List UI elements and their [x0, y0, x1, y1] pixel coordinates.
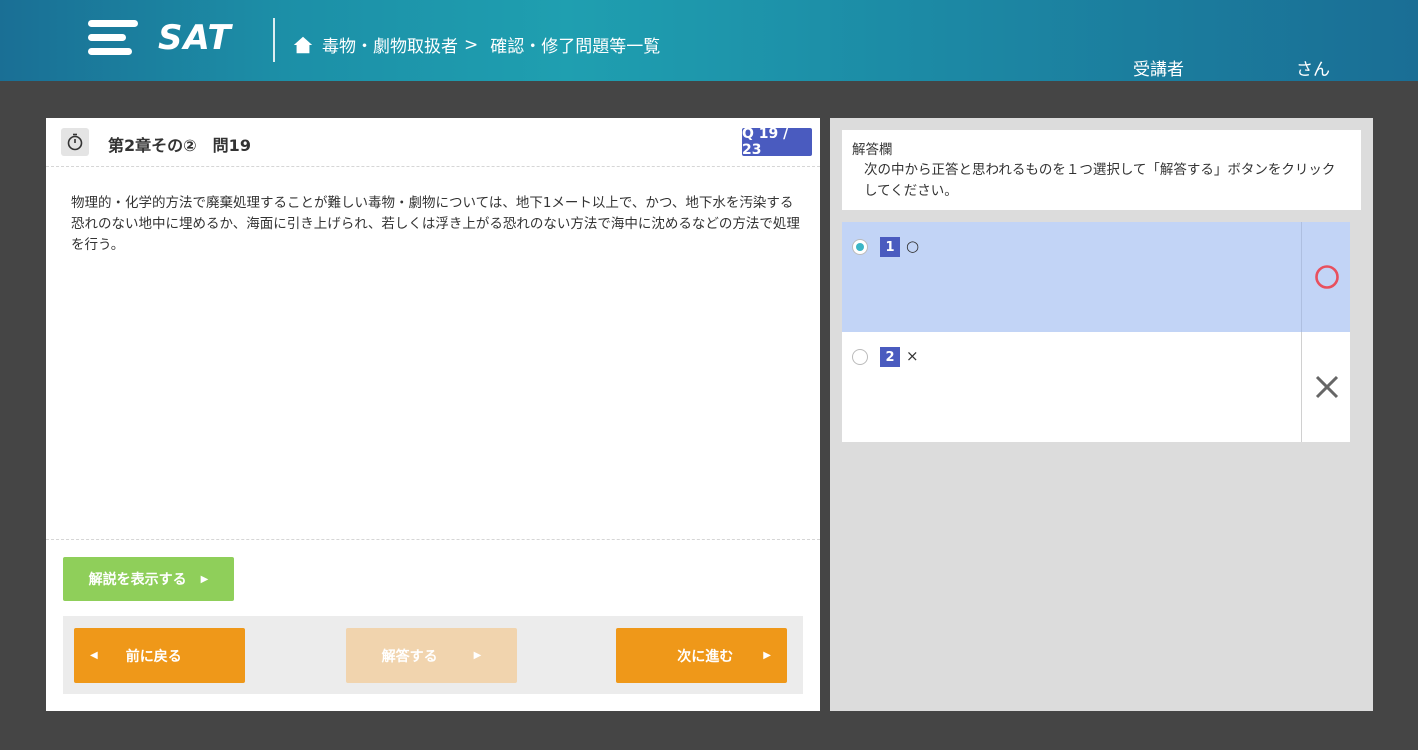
prev-button-label: 前に戻る	[125, 648, 182, 665]
circle-mark-icon	[1315, 265, 1339, 289]
sat-logo[interactable]: SAT	[88, 16, 232, 60]
choice-divider	[1301, 222, 1302, 332]
show-explanation-button[interactable]: 解説を表示する ▶	[63, 557, 234, 601]
breadcrumb-separator: >	[464, 34, 479, 55]
chevron-right-icon: ▶	[473, 650, 482, 661]
answer-instructions: 解答欄 次の中から正答と思われるものを１つ選択して「解答する」ボタンをクリックし…	[842, 130, 1361, 210]
radio-selected[interactable]	[852, 239, 868, 255]
choice-divider	[1301, 332, 1302, 442]
choice-text: ○	[906, 237, 920, 255]
question-counter-badge: Q 19 / 23	[742, 126, 812, 158]
choice-number: 2	[880, 347, 900, 367]
answer-choice-2[interactable]: 2 ×	[842, 332, 1350, 442]
chevron-right-icon: ▶	[200, 573, 209, 585]
choice-number: 1	[880, 237, 900, 257]
breadcrumb-course[interactable]: 毒物・劇物取扱者	[322, 32, 458, 57]
divider	[46, 539, 820, 540]
user-label: 受講者	[1133, 60, 1184, 80]
submit-answer-button[interactable]: 解答する ▶	[346, 628, 517, 683]
logo-text: SAT	[158, 18, 232, 58]
user-suffix: さん	[1296, 60, 1330, 80]
header-divider	[273, 18, 275, 62]
answer-panel: 解答欄 次の中から正答と思われるものを１つ選択して「解答する」ボタンをクリックし…	[830, 118, 1373, 711]
radio-unselected[interactable]	[852, 349, 868, 365]
question-title: 第2章その② 問19	[108, 136, 251, 155]
choice-text: ×	[906, 347, 919, 365]
chevron-left-icon: ◀	[90, 650, 98, 661]
show-explanation-label: 解説を表示する	[88, 572, 187, 588]
question-text: 物理的・化学的方法で廃棄処理することが難しい毒物・劇物については、地下1メート以…	[71, 195, 800, 253]
breadcrumb-page[interactable]: 確認・修了問題等一覧	[490, 32, 660, 57]
menu-lines-icon	[88, 16, 142, 60]
timer-icon	[61, 128, 89, 156]
cross-mark-icon	[1315, 375, 1339, 399]
answer-panel-title: 解答欄	[852, 142, 893, 158]
breadcrumb: 毒物・劇物取扱者 > 確認・修了問題等一覧	[292, 32, 660, 57]
question-panel: 第2章その② 問19 Q 19 / 23 物理的・化学的方法で廃棄処理することが…	[46, 118, 820, 711]
prev-button[interactable]: ◀ 前に戻る	[74, 628, 245, 683]
home-icon[interactable]	[292, 34, 314, 56]
next-button[interactable]: 次に進む ▶	[616, 628, 787, 683]
next-button-label: 次に進む	[677, 648, 734, 665]
answer-choice-1[interactable]: 1 ○	[842, 222, 1350, 332]
submit-answer-label: 解答する	[381, 648, 438, 665]
answer-instruction-text: 次の中から正答と思われるものを１つ選択して「解答する」ボタンをクリックしてくださ…	[864, 162, 1336, 199]
question-nav-bar: ◀ 前に戻る 解答する ▶ 次に進む ▶	[63, 616, 803, 694]
chevron-right-icon: ▶	[763, 650, 771, 661]
question-header: 第2章その② 問19 Q 19 / 23	[46, 118, 820, 167]
top-header: SAT 毒物・劇物取扱者 > 確認・修了問題等一覧 受講者 さん	[0, 0, 1418, 81]
